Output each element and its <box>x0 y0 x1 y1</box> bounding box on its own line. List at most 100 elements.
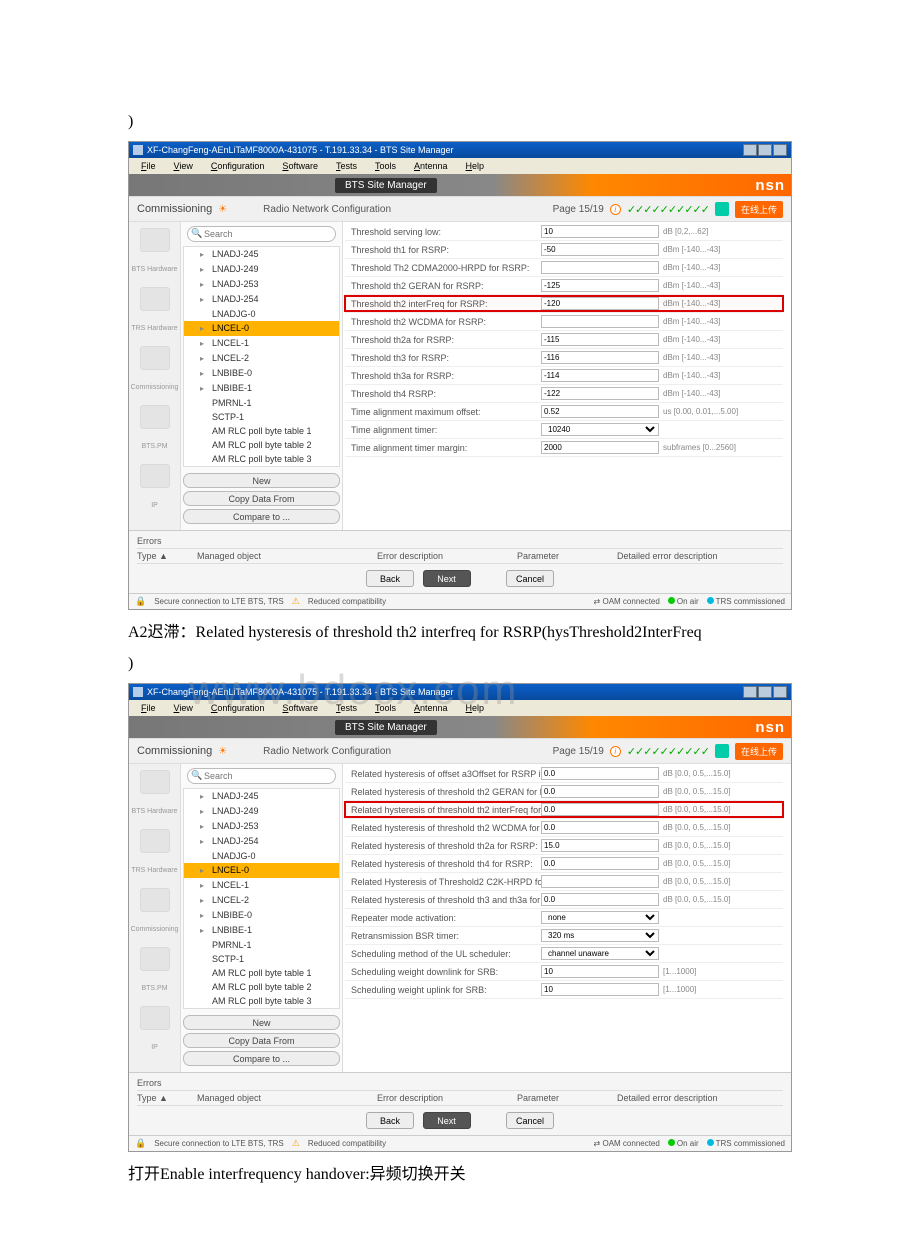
menu-tests[interactable]: Tests <box>328 161 365 171</box>
tree-item[interactable]: LNBIBE-1 <box>184 381 339 396</box>
col-parameter[interactable]: Parameter <box>517 551 617 561</box>
col-error-desc[interactable]: Error description <box>377 1093 517 1103</box>
tree-item[interactable]: LNADJ-253 <box>184 277 339 292</box>
tree-item[interactable]: LNADJG-0 <box>184 849 339 863</box>
tree-item[interactable]: LNCEL-2 <box>184 351 339 366</box>
upload-button[interactable]: 在线上传 <box>735 201 783 218</box>
compare-button[interactable]: Compare to ... <box>183 509 340 524</box>
tree-item[interactable]: AM RLC poll byte table 2 <box>184 980 339 994</box>
param-input[interactable] <box>541 387 659 400</box>
tree-item[interactable]: LNADJG-0 <box>184 307 339 321</box>
param-input[interactable] <box>541 767 659 780</box>
param-input[interactable] <box>541 821 659 834</box>
col-detailed[interactable]: Detailed error description <box>617 551 718 561</box>
copy-data-button[interactable]: Copy Data From <box>183 1033 340 1048</box>
nav-commissioning-icon[interactable] <box>140 888 170 912</box>
param-input[interactable]: none <box>541 911 659 924</box>
tree-item[interactable]: LNBIBE-1 <box>184 923 339 938</box>
col-error-desc[interactable]: Error description <box>377 551 517 561</box>
tree-item[interactable]: PMRNL-1 <box>184 396 339 410</box>
compare-button[interactable]: Compare to ... <box>183 1051 340 1066</box>
nav-trs-hardware-icon[interactable] <box>140 829 170 853</box>
tree-item[interactable]: AM RLC poll byte table 3 <box>184 452 339 466</box>
menu-file[interactable]: File <box>133 703 164 713</box>
info-icon[interactable]: i <box>610 746 621 757</box>
search-input[interactable] <box>187 768 336 784</box>
tree-item[interactable]: LNADJ-249 <box>184 262 339 277</box>
minimize-button[interactable] <box>743 686 757 698</box>
nav-ip-icon[interactable] <box>140 464 170 488</box>
back-button[interactable]: Back <box>366 1112 414 1129</box>
param-input[interactable]: channel unaware <box>541 947 659 960</box>
tree-item[interactable]: LNCEL-0 <box>184 321 339 336</box>
refresh-button[interactable] <box>715 202 729 216</box>
menu-view[interactable]: View <box>166 161 201 171</box>
param-input[interactable] <box>541 261 659 274</box>
back-button[interactable]: Back <box>366 570 414 587</box>
upload-button[interactable]: 在线上传 <box>735 743 783 760</box>
next-button[interactable]: Next <box>423 1112 471 1129</box>
param-input[interactable] <box>541 803 659 816</box>
param-input[interactable]: 10240 <box>541 423 659 436</box>
col-type[interactable]: Type ▲ <box>137 1093 197 1103</box>
tree-item[interactable]: LNBIBE-0 <box>184 366 339 381</box>
tree-item[interactable]: LNADJ-245 <box>184 247 339 262</box>
menu-file[interactable]: File <box>133 161 164 171</box>
tree-item[interactable]: LNADJ-249 <box>184 804 339 819</box>
object-tree[interactable]: LNADJ-245LNADJ-249LNADJ-253LNADJ-254LNAD… <box>183 246 340 467</box>
menu-configuration[interactable]: Configuration <box>203 161 273 171</box>
menu-help[interactable]: Help <box>458 161 493 171</box>
tree-item[interactable]: LNBIBE-0 <box>184 908 339 923</box>
col-managed-object[interactable]: Managed object <box>197 551 377 561</box>
cancel-button[interactable]: Cancel <box>506 1112 554 1129</box>
param-input[interactable] <box>541 351 659 364</box>
menu-view[interactable]: View <box>166 703 201 713</box>
param-input[interactable] <box>541 369 659 382</box>
menu-help[interactable]: Help <box>458 703 493 713</box>
minimize-button[interactable] <box>743 144 757 156</box>
tree-item[interactable]: PMRNL-1 <box>184 938 339 952</box>
menu-antenna[interactable]: Antenna <box>406 161 456 171</box>
param-input[interactable] <box>541 333 659 346</box>
param-input[interactable] <box>541 839 659 852</box>
col-managed-object[interactable]: Managed object <box>197 1093 377 1103</box>
next-button[interactable]: Next <box>423 570 471 587</box>
col-parameter[interactable]: Parameter <box>517 1093 617 1103</box>
tree-item[interactable]: AM RLC poll byte table 1 <box>184 424 339 438</box>
param-input[interactable] <box>541 893 659 906</box>
tree-item[interactable]: LNCEL-1 <box>184 878 339 893</box>
col-detailed[interactable]: Detailed error description <box>617 1093 718 1103</box>
tree-item[interactable]: LNCEL-1 <box>184 336 339 351</box>
menu-configuration[interactable]: Configuration <box>203 703 273 713</box>
param-input[interactable] <box>541 225 659 238</box>
param-input[interactable] <box>541 785 659 798</box>
tree-item[interactable]: AM RLC poll byte table 1 <box>184 966 339 980</box>
tree-item[interactable]: AM RLC poll byte table 3 <box>184 994 339 1008</box>
menu-antenna[interactable]: Antenna <box>406 703 456 713</box>
nav-bts-hardware-icon[interactable] <box>140 770 170 794</box>
param-input[interactable] <box>541 279 659 292</box>
tree-item[interactable]: LNADJ-245 <box>184 789 339 804</box>
nav-btspm-icon[interactable] <box>140 947 170 971</box>
nav-bts-hardware-icon[interactable] <box>140 228 170 252</box>
param-input[interactable] <box>541 875 659 888</box>
nav-commissioning-icon[interactable] <box>140 346 170 370</box>
tree-item[interactable]: SCTP-1 <box>184 952 339 966</box>
param-input[interactable] <box>541 297 659 310</box>
new-button[interactable]: New <box>183 1015 340 1030</box>
param-input[interactable]: 320 ms <box>541 929 659 942</box>
maximize-button[interactable] <box>758 144 772 156</box>
refresh-button[interactable] <box>715 744 729 758</box>
tree-item[interactable]: SCTP-1 <box>184 410 339 424</box>
tree-item[interactable]: LNADJ-254 <box>184 292 339 307</box>
menu-tests[interactable]: Tests <box>328 703 365 713</box>
param-input[interactable] <box>541 315 659 328</box>
menu-software[interactable]: Software <box>274 161 326 171</box>
nav-trs-hardware-icon[interactable] <box>140 287 170 311</box>
param-input[interactable] <box>541 965 659 978</box>
tree-item[interactable]: LNCEL-0 <box>184 863 339 878</box>
param-input[interactable] <box>541 405 659 418</box>
col-type[interactable]: Type ▲ <box>137 551 197 561</box>
close-button[interactable] <box>773 686 787 698</box>
info-icon[interactable]: i <box>610 204 621 215</box>
